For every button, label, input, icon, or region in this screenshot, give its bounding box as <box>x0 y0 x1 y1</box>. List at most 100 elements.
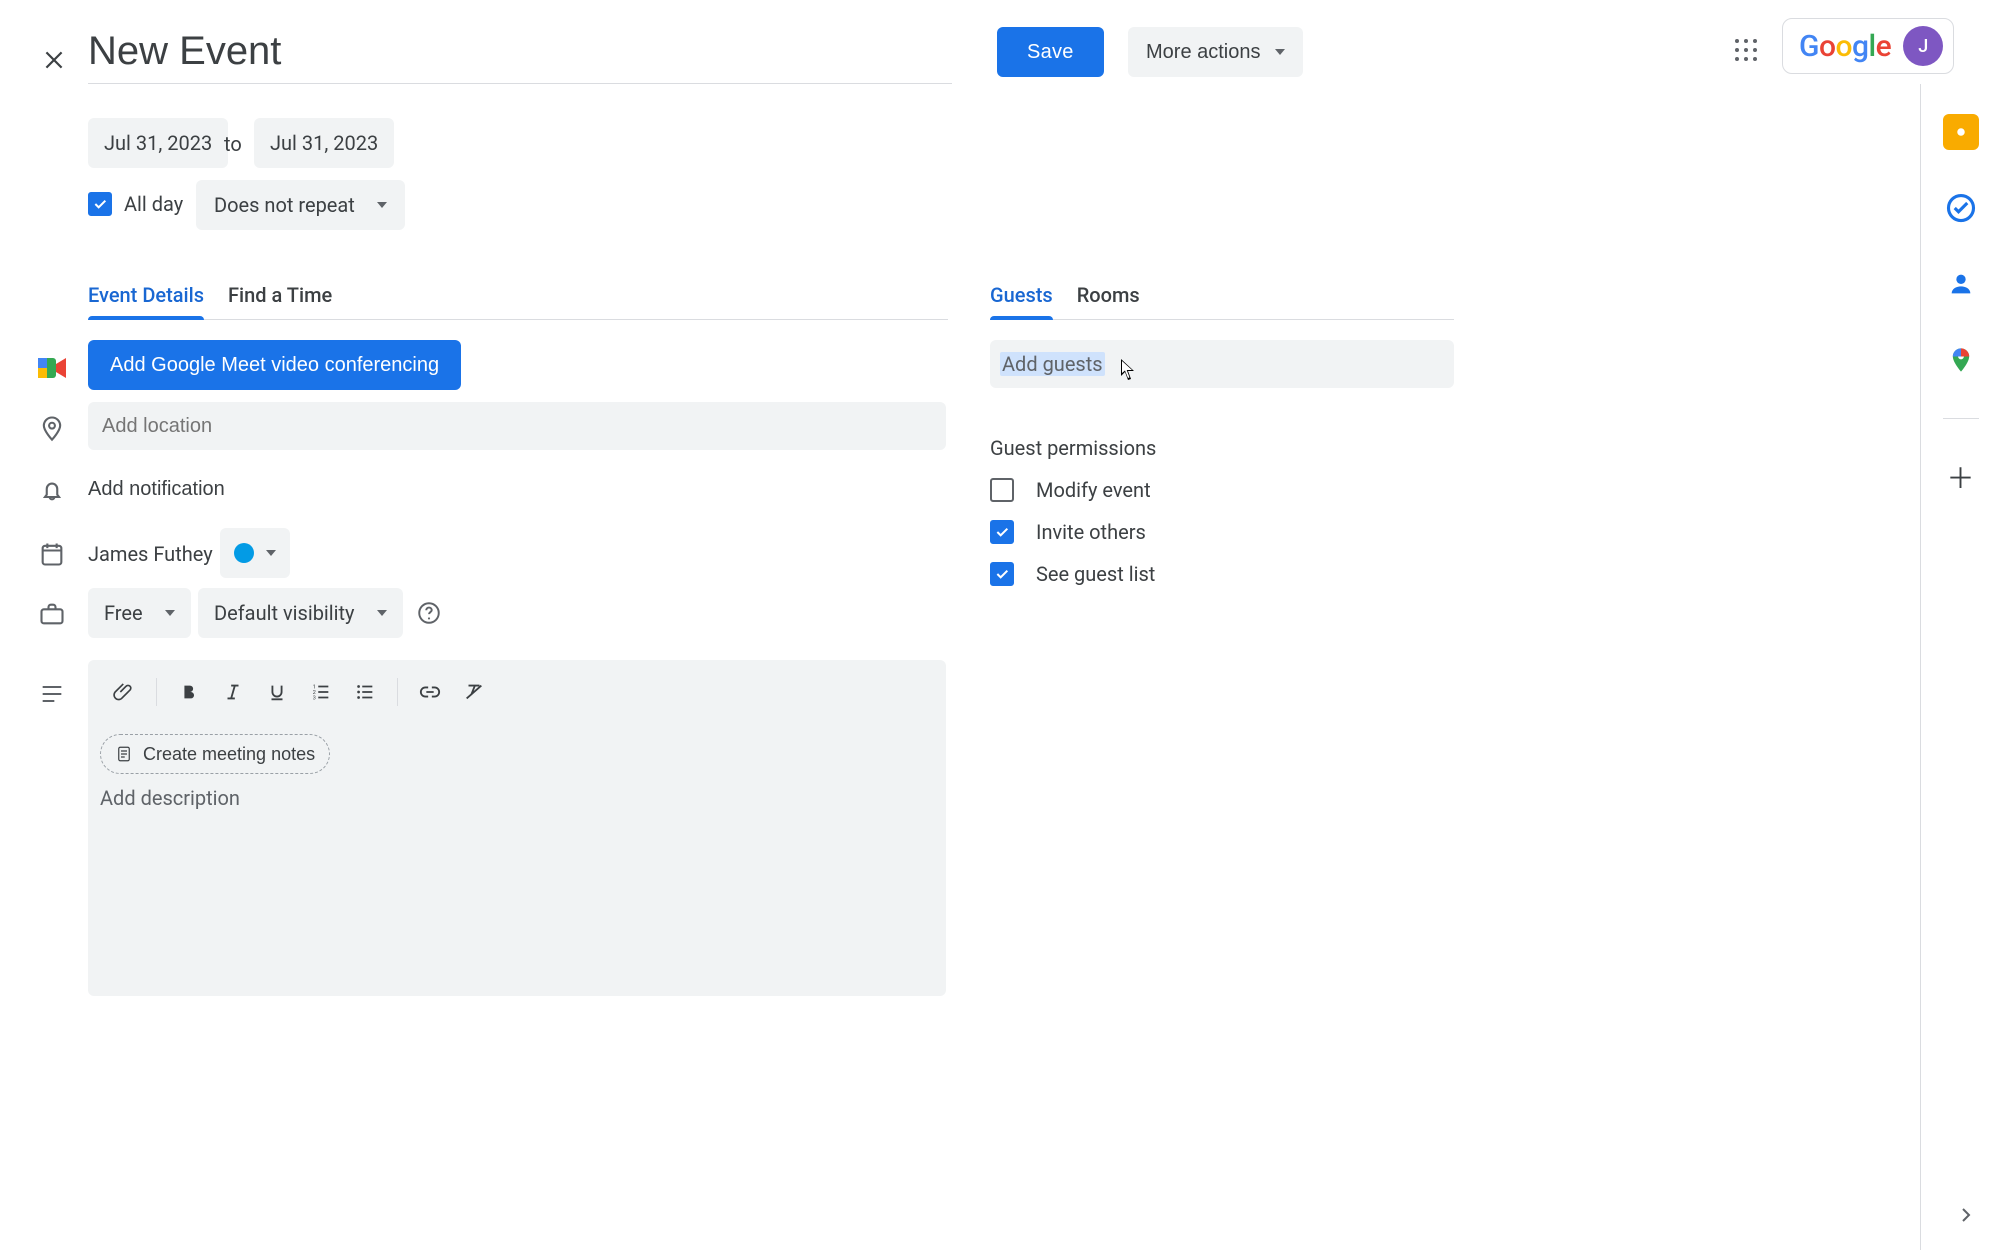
event-title-input[interactable] <box>88 24 952 84</box>
add-notification-button[interactable]: Add notification <box>88 478 225 501</box>
end-date-input[interactable]: Jul 31, 2023 <box>254 118 394 168</box>
permission-invite-others-label: Invite others <box>1036 520 1146 544</box>
tab-find-a-time[interactable]: Find a Time <box>228 283 332 319</box>
avatar-initial: J <box>1918 36 1928 57</box>
side-panel-separator <box>1943 418 1979 419</box>
apps-grid-icon <box>1735 39 1757 61</box>
italic-icon <box>222 681 244 703</box>
permission-modify-event-row: Modify event <box>990 478 1151 502</box>
doc-icon <box>115 745 133 763</box>
add-guests-placeholder: Add guests <box>1000 352 1105 376</box>
permission-see-guest-list-label: See guest list <box>1036 562 1155 586</box>
toolbar-separator <box>156 678 157 706</box>
maps-pin-icon <box>1947 346 1975 374</box>
chevron-down-icon <box>266 550 276 556</box>
visibility-help-icon[interactable] <box>416 600 442 626</box>
all-day-checkbox[interactable] <box>88 192 112 216</box>
more-actions-label: More actions <box>1146 41 1261 64</box>
start-date-value: Jul 31, 2023 <box>104 131 212 155</box>
calendar-color-dropdown[interactable] <box>220 528 290 578</box>
hide-side-panel-button[interactable] <box>1954 1203 1978 1232</box>
link-icon <box>419 681 441 703</box>
description-box: 123 Create meeting notes Add description <box>88 660 946 996</box>
guests-tabs: Guests Rooms <box>990 278 1454 320</box>
side-contacts-button[interactable] <box>1943 266 1979 302</box>
avatar[interactable]: J <box>1903 26 1943 66</box>
paperclip-icon <box>113 681 135 703</box>
svg-text:3: 3 <box>313 695 316 701</box>
check-icon <box>994 566 1010 582</box>
contacts-icon <box>1947 270 1975 298</box>
guest-permissions-header: Guest permissions <box>990 436 1156 460</box>
check-icon <box>994 524 1010 540</box>
more-actions-dropdown[interactable]: More actions <box>1128 27 1303 77</box>
permission-invite-others-row: Invite others <box>990 520 1146 544</box>
tab-rooms[interactable]: Rooms <box>1077 283 1140 319</box>
clear-format-icon <box>463 681 485 703</box>
visibility-value: Default visibility <box>214 601 355 625</box>
start-date-input[interactable]: Jul 31, 2023 <box>88 118 228 168</box>
tab-event-details[interactable]: Event Details <box>88 283 204 319</box>
chevron-down-icon <box>377 610 387 616</box>
bulleted-list-icon <box>354 681 376 703</box>
tab-guests[interactable]: Guests <box>990 283 1053 319</box>
underline-button[interactable] <box>255 670 299 714</box>
attach-file-button[interactable] <box>102 670 146 714</box>
toolbar-separator <box>397 678 398 706</box>
briefcase-icon <box>38 600 66 628</box>
italic-button[interactable] <box>211 670 255 714</box>
numbered-list-icon: 123 <box>310 681 332 703</box>
location-pin-icon <box>38 414 66 442</box>
chevron-down-icon <box>377 202 387 208</box>
end-date-value: Jul 31, 2023 <box>270 131 378 155</box>
permission-modify-event-checkbox[interactable] <box>990 478 1014 502</box>
date-to-label: to <box>224 132 242 156</box>
all-day-label: All day <box>124 192 183 216</box>
side-tasks-button[interactable] <box>1943 190 1979 226</box>
location-input[interactable] <box>88 402 946 450</box>
google-meet-icon <box>36 352 68 384</box>
tasks-icon <box>1946 193 1976 223</box>
bold-icon <box>178 681 200 703</box>
permission-modify-event-label: Modify event <box>1036 478 1151 502</box>
plus-icon: ＋ <box>1946 457 1974 497</box>
availability-dropdown[interactable]: Free <box>88 588 191 638</box>
bell-icon <box>38 476 66 504</box>
side-panel: ＋ <box>1920 84 2000 1250</box>
save-button[interactable]: Save <box>997 27 1104 77</box>
check-icon <box>92 196 108 212</box>
details-tabs: Event Details Find a Time <box>88 278 948 320</box>
chevron-right-icon <box>1954 1203 1978 1227</box>
insert-link-button[interactable] <box>408 670 452 714</box>
description-toolbar: 123 <box>88 660 946 724</box>
numbered-list-button[interactable]: 123 <box>299 670 343 714</box>
add-google-meet-button[interactable]: Add Google Meet video conferencing <box>88 340 461 390</box>
clear-formatting-button[interactable] <box>452 670 496 714</box>
permission-invite-others-checkbox[interactable] <box>990 520 1014 544</box>
close-button[interactable] <box>32 38 76 82</box>
calendar-owner-name: James Futhey <box>88 542 213 566</box>
availability-value: Free <box>104 601 143 625</box>
description-lines-icon <box>38 680 66 708</box>
keep-icon <box>1952 123 1970 141</box>
google-apps-button[interactable] <box>1726 30 1766 70</box>
permission-see-guest-list-checkbox[interactable] <box>990 562 1014 586</box>
side-maps-button[interactable] <box>1943 342 1979 378</box>
close-icon <box>41 47 67 73</box>
bold-button[interactable] <box>167 670 211 714</box>
chevron-down-icon <box>165 610 175 616</box>
meeting-notes-label: Create meeting notes <box>143 744 315 765</box>
recurrence-value: Does not repeat <box>214 193 355 217</box>
create-meeting-notes-button[interactable]: Create meeting notes <box>100 734 330 774</box>
permission-see-guest-list-row: See guest list <box>990 562 1155 586</box>
visibility-dropdown[interactable]: Default visibility <box>198 588 403 638</box>
bulleted-list-button[interactable] <box>343 670 387 714</box>
side-keep-button[interactable] <box>1943 114 1979 150</box>
calendar-icon <box>38 540 66 568</box>
description-placeholder[interactable]: Add description <box>100 786 240 810</box>
underline-icon <box>266 681 288 703</box>
recurrence-dropdown[interactable]: Does not repeat <box>196 180 405 230</box>
get-addons-button[interactable]: ＋ <box>1943 459 1979 495</box>
add-guests-input[interactable]: Add guests <box>990 340 1454 388</box>
account-chooser[interactable]: Google J <box>1782 18 1954 74</box>
